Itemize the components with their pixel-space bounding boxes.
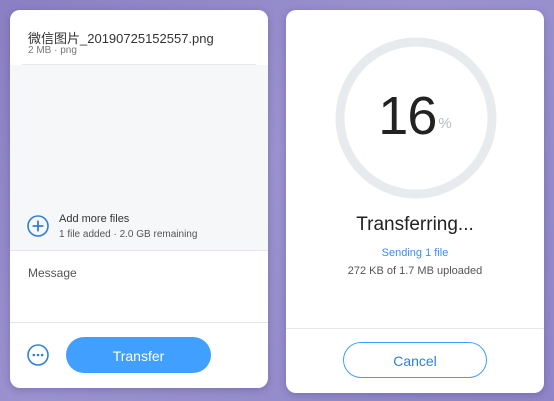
divider xyxy=(286,328,544,329)
more-horizontal-icon[interactable] xyxy=(27,344,49,366)
files-added-summary: 1 file added · 2.0 GB remaining xyxy=(59,229,198,240)
upload-progress-text: 272 KB of 1.7 MB uploaded xyxy=(347,265,483,277)
progress-percentage: 16% xyxy=(286,86,544,146)
message-input[interactable] xyxy=(10,251,268,321)
file-list-item[interactable]: 微信图片_20190725152557.png 2 MB · png xyxy=(10,10,268,65)
cancel-button[interactable]: Cancel xyxy=(343,342,487,378)
divider xyxy=(10,322,268,323)
transfer-button[interactable]: Transfer xyxy=(66,337,211,373)
plus-icon[interactable] xyxy=(27,215,49,237)
upload-panel: 微信图片_20190725152557.png 2 MB · png Add m… xyxy=(10,10,268,388)
percent-sign: % xyxy=(438,115,452,132)
sending-status: Sending 1 file xyxy=(381,247,449,259)
add-more-files-link[interactable]: Add more files xyxy=(59,213,129,225)
transfer-status-title: Transferring... xyxy=(356,214,474,235)
progress-percent-value: 16 xyxy=(378,86,437,146)
file-meta: 2 MB · png xyxy=(28,45,77,56)
transfer-progress-panel: 16% Transferring... Sending 1 file 272 K… xyxy=(286,10,544,393)
